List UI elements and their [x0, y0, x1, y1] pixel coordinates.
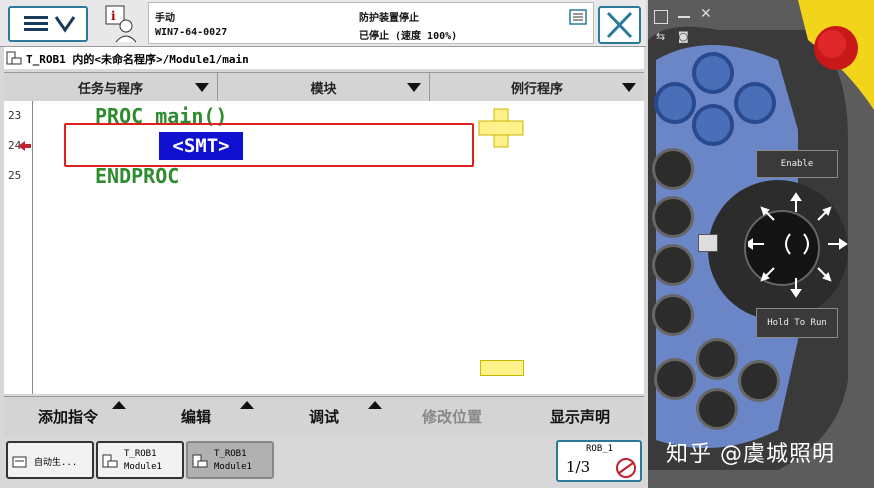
task-label: 自动生...	[34, 458, 78, 468]
task-program-editor[interactable]: T_ROB1 Module1	[96, 441, 184, 479]
tab-modules[interactable]: 模块	[218, 73, 430, 101]
task-sublabel: Module1	[124, 462, 162, 472]
quickset-robot-button[interactable]: ROB_1 1/3	[556, 440, 642, 482]
speed-icon	[616, 458, 636, 478]
program-path-bar: T_ROB1 内的<未命名程序>/Module1/main	[4, 47, 644, 69]
minus-icon[interactable]	[480, 360, 524, 376]
edit-label: 编辑	[180, 407, 211, 426]
task-autoconfig[interactable]: 自动生...	[6, 441, 94, 479]
task-program-editor-active[interactable]: T_ROB1 Module1	[186, 441, 274, 479]
add-instruction-button[interactable]: 添加指令	[4, 397, 132, 435]
hold-to-run-label[interactable]: Hold To Run	[756, 308, 838, 338]
menu-icon	[24, 16, 76, 33]
programmable-key-1[interactable]	[654, 82, 696, 124]
minimize-icon[interactable]	[678, 16, 690, 18]
debug-button[interactable]: 调试	[260, 397, 388, 435]
status-state: 已停止 (速度 100%)	[359, 31, 458, 42]
task-label: T_ROB1	[124, 449, 157, 459]
line-number-gutter: 23 24 25	[4, 101, 33, 394]
status-controller: WIN7-64-0027	[155, 27, 228, 38]
status-panel: 手动 WIN7-64-0027 防护装置停止 已停止 (速度 100%)	[148, 2, 594, 44]
status-mode: 手动	[155, 13, 175, 24]
program-icon	[6, 51, 22, 65]
swap-icon[interactable]: ⇆	[656, 30, 665, 43]
command-bar: 添加指令 编辑 调试 修改位置 显示声明	[4, 396, 644, 437]
programmable-key-4[interactable]	[692, 104, 734, 146]
pointer-icon	[18, 141, 31, 151]
code-editor[interactable]: 23 24 25 PROC main() <SMT> ENDPROC	[4, 101, 644, 394]
select-mechanical-unit-button[interactable]	[652, 148, 694, 190]
smt-placeholder[interactable]: <SMT>	[159, 132, 243, 160]
restore-icon[interactable]	[654, 10, 668, 24]
start-button[interactable]	[696, 338, 738, 380]
tab-label: 模块	[310, 81, 337, 97]
close-icon	[606, 11, 633, 39]
chevron-up-icon	[240, 401, 254, 409]
add-instruction-label: 添加指令	[37, 407, 98, 426]
svg-text:i: i	[111, 9, 116, 23]
status-safety: 防护装置停止	[359, 13, 419, 24]
modify-position-label: 修改位置	[421, 407, 482, 426]
close-window-icon[interactable]: ✕	[700, 6, 712, 22]
robot-name: ROB_1	[586, 444, 614, 454]
chevron-up-icon	[368, 401, 382, 409]
usb-icon	[698, 234, 718, 252]
line-number: 23	[8, 109, 22, 122]
pendant-hardware: ✕ ⇆ ◙ Enable Hold To Run	[648, 0, 874, 488]
chevron-down-icon	[407, 83, 421, 92]
task-label: T_ROB1	[214, 449, 247, 459]
camera-icon[interactable]: ◙	[678, 30, 689, 43]
toggle-motion-mode-button[interactable]	[652, 196, 694, 238]
toggle-increment-2-button[interactable]	[652, 294, 694, 336]
highlight-annotation	[64, 123, 474, 167]
enable-label[interactable]: Enable	[756, 150, 838, 178]
tab-label: 例行程序	[510, 81, 563, 97]
chevron-down-icon	[195, 83, 209, 92]
modify-position-button[interactable]: 修改位置	[388, 397, 516, 435]
toggle-increment-button[interactable]	[652, 244, 694, 286]
column-header-bar: 任务与程序 模块 例行程序	[4, 72, 644, 102]
program-icon	[192, 454, 208, 468]
program-path: T_ROB1 内的<未命名程序>/Module1/main	[26, 53, 249, 66]
task-sublabel: Module1	[214, 462, 252, 472]
code-line[interactable]: ENDPROC	[95, 164, 179, 188]
app-icon	[12, 456, 27, 468]
line-number: 25	[8, 169, 22, 182]
close-button[interactable]	[598, 6, 641, 44]
main-menu-button[interactable]	[8, 6, 88, 42]
increment-fraction: 1/3	[566, 458, 591, 476]
tab-tasks-programs[interactable]: 任务与程序	[4, 73, 218, 101]
watermark: 知乎 @虞城照明	[666, 442, 835, 467]
show-declaration-label: 显示声明	[549, 407, 610, 426]
debug-label: 调试	[308, 407, 339, 426]
flexpendant-screen: i 手动 WIN7-64-0027 防护装置停止 已停止 (速度 100%) T…	[0, 0, 648, 488]
status-alert-icon[interactable]	[569, 9, 587, 25]
top-bar: i 手动 WIN7-64-0027 防护装置停止 已停止 (速度 100%)	[0, 0, 646, 47]
stop-button[interactable]	[696, 388, 738, 430]
step-backward-button[interactable]	[654, 358, 696, 400]
tab-routines[interactable]: 例行程序	[430, 73, 644, 101]
user-info-icon[interactable]: i	[100, 4, 140, 44]
show-declaration-button[interactable]: 显示声明	[516, 397, 644, 435]
programmable-key-3[interactable]	[734, 82, 776, 124]
plus-icon[interactable]	[478, 108, 524, 148]
tab-label: 任务与程序	[77, 81, 143, 97]
programmable-key-2[interactable]	[692, 52, 734, 94]
task-bar: 自动生... T_ROB1 Module1 T_ROB1 Module1 ROB…	[4, 438, 644, 486]
step-forward-button[interactable]	[738, 360, 780, 402]
program-icon	[102, 454, 118, 468]
chevron-up-icon	[112, 401, 126, 409]
edit-button[interactable]: 编辑	[132, 397, 260, 435]
joystick-arrows-icon	[748, 192, 848, 298]
chevron-down-icon	[622, 83, 636, 92]
